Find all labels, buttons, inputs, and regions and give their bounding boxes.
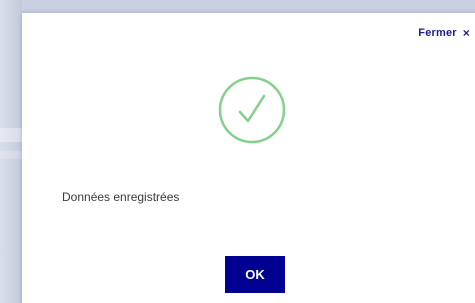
page-backdrop [0,0,22,303]
backdrop-highlight [0,151,22,159]
success-message: Données enregistrées [62,190,180,204]
check-circle-graphic [218,76,286,144]
close-icon: × [462,26,470,40]
check-circle-icon [217,75,287,145]
confirmation-dialog: Fermer × Données enregistrées OK [22,13,475,303]
ok-button[interactable]: OK [225,256,285,293]
close-label: Fermer [418,27,457,39]
close-button[interactable]: Fermer × [418,27,470,39]
backdrop-highlight [0,128,22,142]
